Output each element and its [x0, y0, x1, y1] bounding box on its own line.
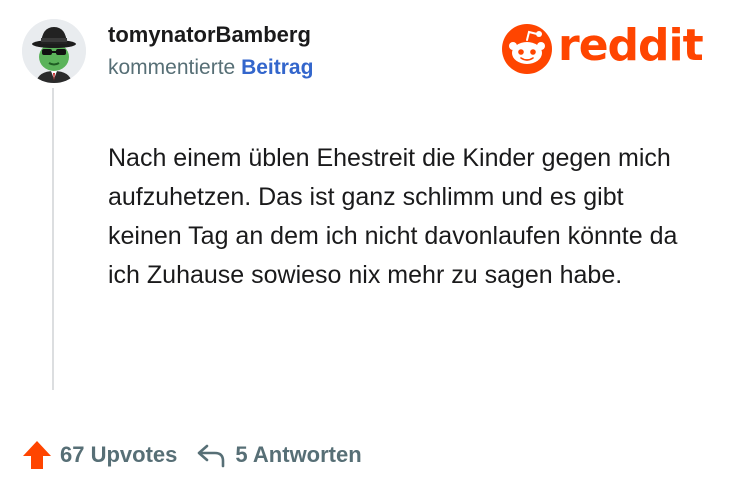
avatar[interactable]: [22, 19, 86, 83]
reply-count: 5 Antworten: [235, 442, 362, 467]
upvote-arrow-icon[interactable]: [20, 438, 54, 472]
upvote-count: 67 Upvotes: [60, 442, 178, 467]
reddit-wordmark: reddit: [558, 20, 704, 71]
reply-arrow-icon[interactable]: [195, 440, 227, 470]
comment-meta: kommentierte Beitrag: [108, 56, 313, 80]
post-link[interactable]: Beitrag: [241, 56, 313, 79]
reddit-logo: reddit: [502, 20, 704, 74]
thread-line[interactable]: [52, 88, 54, 390]
comment-actions: 67 Upvotes 5 Antworten: [20, 436, 362, 474]
comment-body: Nach einem üblen Ehestreit die Kinder ge…: [108, 144, 678, 289]
comment-action-text: kommentierte: [108, 56, 236, 79]
reply-button[interactable]: 5 Antworten: [195, 440, 362, 470]
reddit-snoo-icon: [502, 24, 552, 74]
upvote-button[interactable]: 67 Upvotes: [20, 438, 177, 472]
comment-author[interactable]: tomynatorBamberg: [108, 22, 311, 48]
